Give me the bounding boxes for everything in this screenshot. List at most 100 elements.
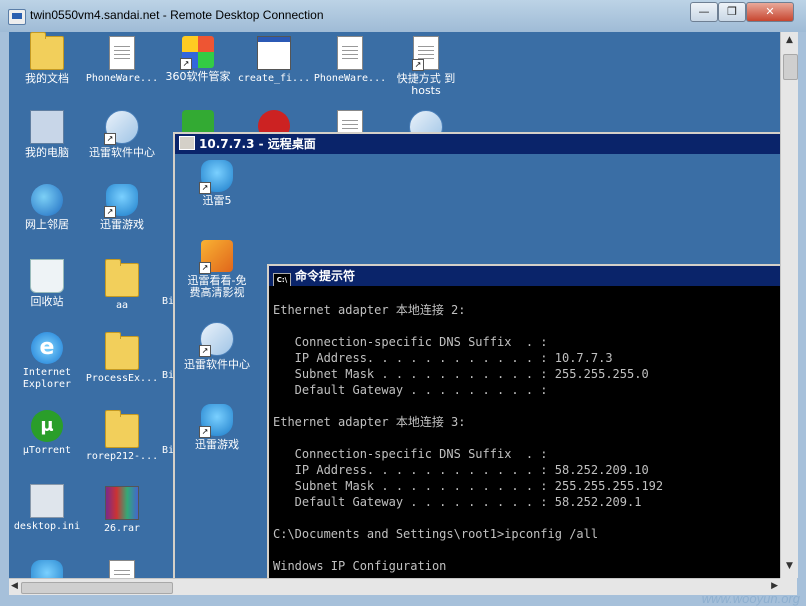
icon-label: μTorrent bbox=[22, 445, 72, 456]
remote-desktop-icon bbox=[179, 136, 195, 150]
window-frame-left bbox=[0, 32, 9, 606]
rar-archive-icon bbox=[105, 486, 139, 520]
watermark: www.wooyun.org bbox=[701, 591, 800, 606]
desktop-icon-phoneware-1[interactable]: PhoneWare... bbox=[84, 36, 160, 85]
thunder-icon bbox=[31, 560, 63, 578]
inner-icon-thunder5[interactable]: ↗ 迅雷5 bbox=[179, 160, 255, 207]
recycle-bin-icon bbox=[30, 259, 64, 293]
desktop-icon-utorrent[interactable]: μ μTorrent bbox=[9, 410, 85, 457]
console-line: Subnet Mask . . . . . . . . . . . : 255.… bbox=[273, 479, 664, 493]
command-prompt-output[interactable]: Ethernet adapter 本地连接 2: Connection-spec… bbox=[269, 286, 782, 580]
scroll-up-icon[interactable]: ▲ bbox=[783, 35, 796, 49]
desktop-icon-internet-explorer[interactable]: e Internet Explorer bbox=[9, 332, 85, 391]
icon-label: PhoneWare... bbox=[313, 73, 387, 84]
inner-remote-desktop-window[interactable]: 10.7.7.3 - 远程桌面 ↗ 迅雷5 ↗ 迅雷看看-免 费高清影视 ↗ 迅… bbox=[173, 132, 782, 580]
command-prompt-window[interactable]: C:\ 命令提示符 Ethernet adapter 本地连接 2: Connec… bbox=[267, 264, 782, 580]
icon-label: create_fi... bbox=[237, 73, 311, 84]
command-prompt-titlebar[interactable]: C:\ 命令提示符 bbox=[269, 266, 782, 287]
desktop-icon-thunder-software-center[interactable]: ↗ 迅雷软件中心 bbox=[84, 110, 160, 159]
360-software-manager-icon: ↗ bbox=[180, 36, 214, 70]
console-line: Ethernet adapter 本地连接 3: bbox=[273, 415, 466, 429]
icon-label: 迅雷软件中心 bbox=[89, 146, 155, 159]
window-icon bbox=[257, 36, 291, 70]
desktop-icon-rorep[interactable]: rorep212-... bbox=[84, 410, 160, 463]
icon-label: 迅雷软件中心 bbox=[184, 358, 250, 371]
window-titlebar[interactable]: twin0550vm4.sandai.net - Remote Desktop … bbox=[0, 0, 806, 32]
close-button[interactable]: ✕ bbox=[746, 2, 794, 22]
icon-label: PhoneWare... bbox=[85, 73, 159, 84]
scroll-down-icon[interactable]: ▼ bbox=[783, 561, 796, 575]
horizontal-scrollbar[interactable]: ◀ ▶ bbox=[9, 578, 780, 596]
desktop-icon-network-places[interactable]: 网上邻居 bbox=[9, 184, 85, 231]
ini-file-icon bbox=[30, 484, 64, 518]
console-line: Default Gateway . . . . . . . . . : bbox=[273, 383, 548, 397]
scroll-right-icon[interactable]: ▶ bbox=[771, 581, 778, 591]
desktop-icon-my-documents[interactable]: 我的文档 bbox=[9, 32, 85, 85]
document-icon bbox=[337, 36, 363, 70]
document-icon bbox=[109, 560, 135, 578]
desktop-icon-partial-2[interactable] bbox=[84, 560, 160, 578]
icon-label: aa bbox=[115, 300, 129, 311]
console-line: Windows IP Configuration bbox=[273, 559, 447, 573]
inner-icon-thunder-software-center[interactable]: ↗ 迅雷软件中心 bbox=[179, 322, 255, 371]
console-line: Subnet Mask . . . . . . . . . . . : 255.… bbox=[273, 367, 649, 381]
folder-icon bbox=[105, 332, 139, 370]
console-line: IP Address. . . . . . . . . . . . : 58.2… bbox=[273, 463, 649, 477]
desktop-icon-phoneware-2[interactable]: PhoneWare... bbox=[312, 36, 388, 85]
restore-button[interactable]: ❐ bbox=[718, 2, 746, 22]
my-documents-icon bbox=[30, 32, 64, 70]
folder-icon bbox=[105, 410, 139, 448]
scroll-left-icon[interactable]: ◀ bbox=[11, 581, 18, 591]
desktop-icon-hosts-shortcut[interactable]: ↗ 快捷方式 到 hosts bbox=[388, 36, 464, 97]
internet-explorer-icon: e bbox=[31, 332, 63, 364]
desktop-icon-my-computer[interactable]: 我的电脑 bbox=[9, 110, 85, 159]
command-prompt-title: 命令提示符 bbox=[295, 269, 356, 283]
document-icon bbox=[109, 36, 135, 70]
desktop-icon-360-software-manager[interactable]: ↗ 360软件管家 bbox=[160, 36, 236, 83]
window-frame-right bbox=[797, 32, 806, 606]
window-title: twin0550vm4.sandai.net - Remote Desktop … bbox=[30, 8, 324, 22]
utorrent-icon: μ bbox=[31, 410, 63, 442]
icon-label: desktop.ini bbox=[13, 521, 81, 532]
icon-label: 我的电脑 bbox=[25, 146, 69, 159]
icon-label: 快捷方式 到 hosts bbox=[396, 72, 456, 97]
icon-label: 回收站 bbox=[30, 295, 64, 308]
icon-label: 迅雷游戏 bbox=[195, 438, 239, 451]
desktop-icon-thunder-games[interactable]: ↗ 迅雷游戏 bbox=[84, 184, 160, 231]
console-line: Connection-specific DNS Suffix . : bbox=[273, 447, 548, 461]
inner-icon-thunder-kankan[interactable]: ↗ 迅雷看看-免 费高清影视 bbox=[179, 240, 255, 299]
minimize-button[interactable]: — bbox=[690, 2, 718, 22]
thunder-software-center-icon: ↗ bbox=[104, 110, 139, 145]
desktop-icon-partial[interactable] bbox=[9, 560, 85, 578]
thunder-games-icon: ↗ bbox=[104, 184, 138, 218]
icon-label: 迅雷看看-免 费高清影视 bbox=[187, 274, 247, 299]
desktop-icon-26-rar[interactable]: 26.rar bbox=[84, 486, 160, 535]
icon-label: 网上邻居 bbox=[25, 218, 69, 231]
desktop-icon-processex[interactable]: ProcessEx... bbox=[84, 332, 160, 385]
vertical-scrollbar[interactable]: ▲ ▼ bbox=[780, 32, 798, 578]
folder-icon bbox=[105, 259, 139, 297]
desktop-icon-desktop-ini[interactable]: desktop.ini bbox=[9, 484, 85, 533]
inner-window-titlebar[interactable]: 10.7.7.3 - 远程桌面 bbox=[175, 134, 782, 154]
thunder-software-center-icon: ↗ bbox=[199, 322, 234, 357]
icon-label: 迅雷游戏 bbox=[100, 218, 144, 231]
icon-label: Internet Explorer bbox=[22, 367, 72, 390]
icon-label: ProcessEx... bbox=[85, 373, 159, 384]
vertical-scroll-thumb[interactable] bbox=[783, 54, 798, 80]
inner-icon-thunder-games[interactable]: ↗ 迅雷游戏 bbox=[179, 404, 255, 451]
horizontal-scroll-thumb[interactable] bbox=[21, 582, 173, 594]
desktop-icon-create-fi[interactable]: create_fi... bbox=[236, 36, 312, 85]
desktop-icon-aa[interactable]: aa bbox=[84, 259, 160, 312]
my-computer-icon bbox=[30, 110, 64, 144]
icon-label: 360软件管家 bbox=[165, 70, 231, 83]
inner-desktop-area[interactable]: ↗ 迅雷5 ↗ 迅雷看看-免 费高清影视 ↗ 迅雷软件中心 ↗ 迅雷游戏 C:\… bbox=[175, 154, 782, 580]
desktop-icon-recycle-bin[interactable]: 回收站 bbox=[9, 259, 85, 308]
icon-label: 26.rar bbox=[103, 523, 141, 534]
shortcut-file-icon: ↗ bbox=[412, 36, 439, 71]
console-line: Ethernet adapter 本地连接 2: bbox=[273, 303, 466, 317]
thunder-kankan-icon: ↗ bbox=[199, 240, 233, 274]
console-line: Connection-specific DNS Suffix . : bbox=[273, 335, 548, 349]
